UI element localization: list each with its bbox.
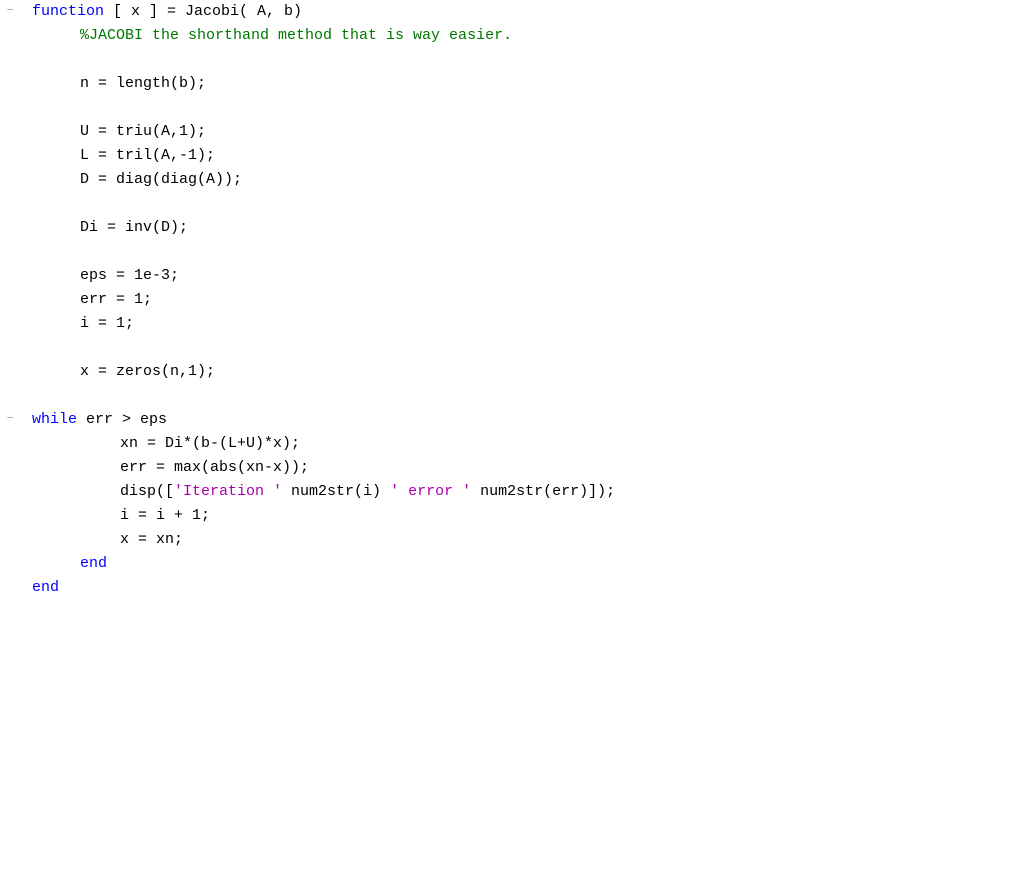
keyword-end-while: end xyxy=(80,555,107,572)
line-content: i = i + 1; xyxy=(20,504,1024,527)
line-content: U = triu(A,1); xyxy=(20,120,1024,143)
line-end-function: end xyxy=(0,576,1024,600)
string-iteration: 'Iteration ' xyxy=(174,483,282,500)
line-err-update: err = max(abs(xn-x)); xyxy=(0,456,1024,480)
line-err-assign: err = 1; xyxy=(0,288,1024,312)
keyword-function: function xyxy=(32,3,104,20)
empty-line xyxy=(0,192,1024,216)
line-content: function [ x ] = Jacobi( A, b) xyxy=(20,0,1024,23)
empty-line xyxy=(0,384,1024,408)
line-end-while: end xyxy=(0,552,1024,576)
line-i-assign: i = 1; xyxy=(0,312,1024,336)
empty-line xyxy=(0,96,1024,120)
line-content: while err > eps xyxy=(20,408,1024,431)
line-disp: disp(['Iteration ' num2str(i) ' error ' … xyxy=(0,480,1024,504)
line-content: end xyxy=(20,552,1024,575)
line-content: Di = inv(D); xyxy=(20,216,1024,239)
fold-function[interactable]: − xyxy=(0,0,20,20)
line-eps-assign: eps = 1e-3; xyxy=(0,264,1024,288)
line-content: D = diag(diag(A)); xyxy=(20,168,1024,191)
line-content: xn = Di*(b-(L+U)*x); xyxy=(20,432,1024,455)
line-u-assign: U = triu(A,1); xyxy=(0,120,1024,144)
empty-line xyxy=(0,48,1024,72)
line-i-increment: i = i + 1; xyxy=(0,504,1024,528)
line-x-zeros: x = zeros(n,1); xyxy=(0,360,1024,384)
code-container: − function [ x ] = Jacobi( A, b) %JACOBI… xyxy=(0,0,1024,890)
line-content: x = zeros(n,1); xyxy=(20,360,1024,383)
line-content: L = tril(A,-1); xyxy=(20,144,1024,167)
line-content: disp(['Iteration ' num2str(i) ' error ' … xyxy=(20,480,1024,503)
string-error: ' error ' xyxy=(390,483,471,500)
line-while: − while err > eps xyxy=(0,408,1024,432)
line-di-assign: Di = inv(D); xyxy=(0,216,1024,240)
line-n-assign: n = length(b); xyxy=(0,72,1024,96)
line-function-def: − function [ x ] = Jacobi( A, b) xyxy=(0,0,1024,24)
line-d-assign: D = diag(diag(A)); xyxy=(0,168,1024,192)
line-x-update: x = xn; xyxy=(0,528,1024,552)
line-content: n = length(b); xyxy=(20,72,1024,95)
code-text: err > eps xyxy=(77,411,167,428)
empty-line xyxy=(0,336,1024,360)
line-content: i = 1; xyxy=(20,312,1024,335)
comment-text: %JACOBI the shorthand method that is way… xyxy=(80,27,512,44)
keyword-end-function: end xyxy=(32,579,59,596)
line-comment: %JACOBI the shorthand method that is way… xyxy=(0,24,1024,48)
line-xn-assign: xn = Di*(b-(L+U)*x); xyxy=(0,432,1024,456)
line-content: err = 1; xyxy=(20,288,1024,311)
code-text: [ x ] = Jacobi( A, b) xyxy=(104,3,302,20)
line-content: eps = 1e-3; xyxy=(20,264,1024,287)
line-content: %JACOBI the shorthand method that is way… xyxy=(20,24,1024,47)
fold-while[interactable]: − xyxy=(0,408,20,428)
empty-line xyxy=(0,240,1024,264)
line-content: end xyxy=(20,576,1024,599)
line-content: err = max(abs(xn-x)); xyxy=(20,456,1024,479)
line-content: x = xn; xyxy=(20,528,1024,551)
line-l-assign: L = tril(A,-1); xyxy=(0,144,1024,168)
keyword-while: while xyxy=(32,411,77,428)
